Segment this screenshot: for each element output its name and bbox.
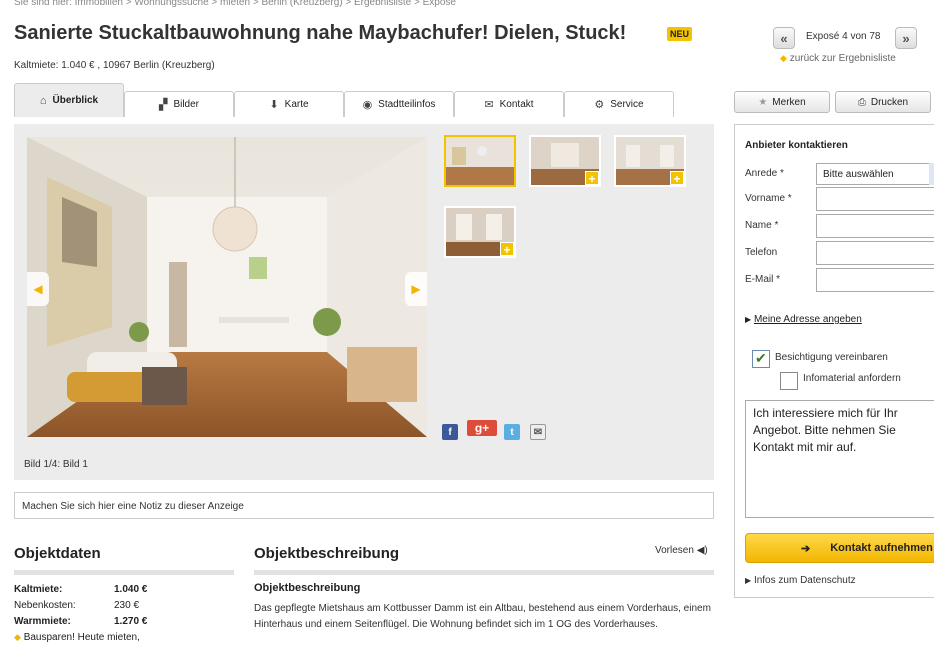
submit-contact-button[interactable]: ➔ Kontakt aufnehmen — [745, 533, 934, 563]
drucken-button[interactable]: ⎙ Drucken — [835, 91, 931, 113]
tab-ueberblick[interactable]: ⌂ Überblick — [14, 83, 124, 117]
pin-icon: ⬇ — [269, 99, 279, 111]
prev-expose-button[interactable]: « — [773, 27, 795, 49]
main-photo[interactable] — [27, 137, 427, 437]
privacy-label: Infos zum Datenschutz — [753, 575, 856, 586]
thumbnail-2[interactable]: + — [529, 135, 601, 187]
triangle-right-icon: ▶ — [745, 315, 752, 324]
next-expose-button[interactable]: » — [895, 27, 917, 49]
images-icon: ▞ — [158, 99, 168, 111]
objektbeschreibung-heading: Objektbeschreibung — [254, 545, 400, 562]
anrede-select[interactable]: Bitte auswählen ▼ — [816, 163, 934, 185]
gears-icon: ⚙ — [594, 99, 605, 111]
warmmiete-label: Warmmiete: — [14, 616, 71, 627]
address-link-label: Meine Adresse angeben — [753, 314, 862, 325]
tab-label: Überblick — [52, 95, 99, 106]
zoom-plus-icon: + — [670, 171, 684, 185]
message-textarea[interactable]: Ich interessiere mich für Ihr Angebot. B… — [745, 400, 934, 518]
submit-label: Kontakt aufnehmen — [830, 542, 933, 554]
besichtigung-checkbox[interactable] — [752, 350, 770, 368]
kaltmiete-label: Kaltmiete: — [14, 584, 63, 595]
vorlesen-label: Vorlesen — [655, 545, 694, 556]
description-subheading: Objektbeschreibung — [254, 582, 361, 594]
merken-label: Merken — [772, 96, 806, 108]
triangle-right-icon: ▶ — [745, 576, 752, 585]
twitter-icon[interactable]: t — [504, 424, 520, 440]
telefon-input[interactable] — [816, 241, 934, 265]
zoom-plus-icon: + — [500, 242, 514, 256]
google-plus-icon[interactable]: g+ — [467, 420, 497, 436]
anrede-label: Anrede * — [745, 168, 784, 179]
contact-panel: Anbieter kontaktieren Anrede * Bitte aus… — [734, 124, 934, 598]
speaker-icon: ◀) — [696, 545, 708, 556]
bausparen-link[interactable]: ◆ Bausparen! Heute mieten, — [14, 632, 140, 643]
next-image-button[interactable]: ▶ — [405, 272, 427, 306]
vorlesen-button[interactable]: Vorlesen ◀) — [655, 545, 708, 556]
home-icon: ⌂ — [39, 94, 47, 107]
target-icon: ◉ — [362, 99, 373, 111]
star-icon: ★ — [758, 96, 768, 108]
tab-bilder[interactable]: ▞ Bilder — [124, 91, 234, 117]
tab-label: Stadtteilinfos — [378, 99, 436, 110]
bullet-arrow-icon: ◆ — [14, 632, 21, 642]
page-title: Sanierte Stuckaltbauwohnung nahe Maybach… — [14, 22, 627, 44]
infomaterial-checkbox[interactable] — [780, 372, 798, 390]
name-input[interactable] — [816, 214, 934, 238]
facebook-icon[interactable]: f — [442, 424, 458, 440]
section-divider — [254, 570, 714, 575]
tab-label: Bilder — [173, 99, 200, 110]
image-gallery: ◀ ▶ Bild 1/4: Bild 1 + + + f g+ t ✉ — [14, 124, 714, 480]
drucken-label: Drucken — [870, 96, 909, 108]
description-text: Das gepflegte Mietshaus am Kottbusser Da… — [254, 603, 711, 630]
arrow-right-icon: ➔ — [801, 542, 811, 555]
tab-service[interactable]: ⚙ Service — [564, 91, 674, 117]
envelope-icon: ✉ — [484, 99, 494, 111]
back-to-results-link[interactable]: ◆ zurück zur Ergebnisliste — [780, 53, 896, 64]
email-label: E-Mail * — [745, 274, 781, 285]
prev-image-button[interactable]: ◀ — [27, 272, 49, 306]
nebenkosten-value: 230 € — [114, 600, 140, 611]
privacy-link[interactable]: ▶ Infos zum Datenschutz — [745, 575, 856, 586]
email-input[interactable] — [816, 268, 934, 292]
besichtigung-label: Besichtigung vereinbaren — [775, 352, 888, 363]
back-to-results-label: zurück zur Ergebnisliste — [789, 53, 896, 64]
new-badge: NEU — [667, 27, 693, 41]
vorname-input[interactable] — [816, 187, 934, 211]
infomaterial-label: Infomaterial anfordern — [803, 373, 901, 384]
tab-kontakt[interactable]: ✉ Kontakt — [454, 91, 564, 117]
vorname-label: Vorname * — [745, 193, 792, 204]
image-caption: Bild 1/4: Bild 1 — [24, 459, 88, 470]
section-divider — [14, 570, 234, 575]
printer-icon: ⎙ — [857, 96, 866, 108]
living-room-photo — [27, 137, 427, 437]
name-label: Name * — [745, 220, 779, 231]
expose-counter: Exposé 4 von 78 — [806, 31, 881, 42]
warmmiete-value: 1.270 € — [114, 616, 148, 627]
tab-karte[interactable]: ⬇ Karte — [234, 91, 344, 117]
thumbnail-4[interactable]: + — [444, 206, 516, 258]
thumbnail-1[interactable] — [444, 135, 516, 187]
tab-stadtteilinfos[interactable]: ◉ Stadtteilinfos — [344, 91, 454, 117]
back-arrow-icon: ◆ — [780, 53, 787, 63]
breadcrumb[interactable]: Sie sind hier: Immobilien > Wohnungssuch… — [14, 0, 456, 8]
telefon-label: Telefon — [745, 247, 778, 258]
bausparen-label: Bausparen! Heute mieten, — [23, 632, 140, 643]
thumbnail-image — [446, 137, 514, 185]
email-share-icon[interactable]: ✉ — [530, 424, 546, 440]
kaltmiete-value: 1.040 € — [114, 584, 148, 595]
zoom-plus-icon: + — [585, 171, 599, 185]
anrede-value: Bitte auswählen — [823, 169, 894, 180]
thumbnail-3[interactable]: + — [614, 135, 686, 187]
contact-title: Anbieter kontaktieren — [745, 140, 848, 151]
tab-label: Service — [610, 99, 644, 110]
nebenkosten-label: Nebenkosten: — [14, 600, 76, 611]
tab-label: Karte — [284, 99, 309, 110]
objektdaten-heading: Objektdaten — [14, 545, 101, 562]
note-field[interactable]: Machen Sie sich hier eine Notiz zu diese… — [14, 492, 714, 519]
rent-location-line: Kaltmiete: 1.040 € , 10967 Berlin (Kreuz… — [14, 60, 215, 71]
merken-button[interactable]: ★ Merken — [734, 91, 830, 113]
tab-label: Kontakt — [499, 99, 534, 110]
chevron-down-icon: ▼ — [929, 163, 934, 185]
address-toggle-link[interactable]: ▶ Meine Adresse angeben — [745, 314, 862, 325]
